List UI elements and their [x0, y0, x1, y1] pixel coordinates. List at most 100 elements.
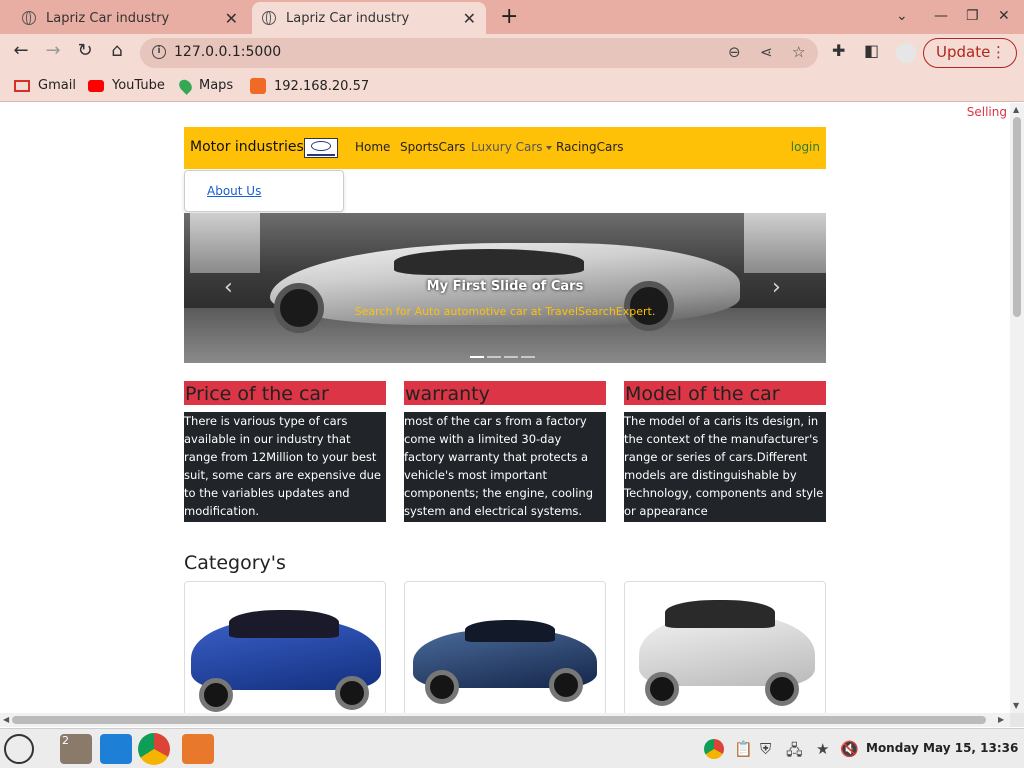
- car-wheel: [549, 668, 583, 702]
- scrollbar-corner: [1010, 713, 1024, 727]
- star-icon[interactable]: ★: [816, 740, 829, 758]
- bookmarks-bar: Gmail YouTube Maps 192.168.20.57: [0, 72, 1024, 102]
- nav-luxury-cars[interactable]: Luxury Cars: [471, 140, 552, 154]
- network-icon[interactable]: 🖧: [786, 740, 803, 765]
- volume-muted-icon[interactable]: 🔇: [840, 740, 859, 758]
- taskbar-clock[interactable]: Monday May 15, 13:36: [866, 741, 1018, 755]
- info-text: The model of a caris its design, in the …: [624, 412, 826, 522]
- brand-logo[interactable]: [304, 138, 338, 158]
- browser-tabbar: Lapriz Car industry ✕ Lapriz Car industr…: [0, 0, 1024, 34]
- info-heading: warranty: [404, 381, 606, 405]
- carousel-indicator[interactable]: [504, 356, 518, 358]
- file-manager-icon[interactable]: 2: [60, 734, 92, 764]
- info-model: Model of the car The model of a caris it…: [624, 381, 826, 522]
- bookmark-youtube[interactable]: YouTube: [88, 78, 165, 93]
- workspace-badge: 2: [62, 734, 69, 747]
- bookmark-maps[interactable]: Maps: [176, 76, 233, 95]
- horizontal-scroll-thumb[interactable]: [12, 716, 986, 724]
- site-navbar: Motor industries Home SportsCars Luxury …: [184, 127, 826, 169]
- car-window: [465, 620, 555, 642]
- scroll-up-icon[interactable]: ▲: [1013, 105, 1019, 114]
- car-window: [665, 600, 775, 628]
- scroll-left-icon[interactable]: ◀: [3, 715, 9, 724]
- os-taskbar: 2 📋 ⛨ 🖧 ★ 🔇 Monday May 15, 13:36: [0, 728, 1024, 768]
- profile-avatar-icon[interactable]: [896, 43, 916, 63]
- close-tab-icon[interactable]: ✕: [225, 9, 238, 28]
- vscode-icon[interactable]: [100, 734, 132, 764]
- horizontal-scrollbar[interactable]: ◀ ▶: [0, 713, 1010, 727]
- info-text: There is various type of cars available …: [184, 412, 386, 522]
- chrome-tray-icon[interactable]: [704, 739, 724, 759]
- bookmark-star-icon[interactable]: ☆: [792, 43, 805, 61]
- zoom-icon[interactable]: ⊖: [728, 43, 741, 61]
- mint-menu-icon[interactable]: [4, 734, 34, 764]
- menu-dots-icon: ⋮: [991, 43, 1006, 61]
- restore-icon[interactable]: ❐: [966, 8, 979, 24]
- category-card-1[interactable]: [184, 581, 386, 713]
- bookmark-gmail[interactable]: Gmail: [14, 78, 76, 93]
- extensions-icon[interactable]: ✚: [832, 41, 845, 60]
- chrome-taskbar-icon[interactable]: [138, 733, 170, 765]
- reload-icon[interactable]: ↻: [72, 40, 98, 61]
- back-icon[interactable]: ←: [8, 40, 34, 61]
- update-button[interactable]: Update ⋮: [923, 38, 1017, 68]
- tab-title: Lapriz Car industry: [46, 10, 170, 26]
- dropdown-about-us[interactable]: About Us: [207, 184, 261, 198]
- close-tab-icon[interactable]: ✕: [463, 9, 476, 28]
- forward-icon[interactable]: →: [40, 40, 66, 61]
- tab-title: Lapriz Car industry: [286, 10, 410, 26]
- vertical-scroll-thumb[interactable]: [1013, 117, 1021, 317]
- luxury-dropdown-menu: About Us: [184, 170, 344, 212]
- globe-icon: [22, 10, 36, 25]
- new-tab-icon[interactable]: +: [500, 4, 518, 29]
- carousel-indicator[interactable]: [521, 356, 535, 358]
- address-bar[interactable]: i 127.0.0.1:5000 ⊖ ⋖ ☆: [140, 38, 818, 68]
- caret-down-icon: [545, 145, 552, 150]
- carousel-caption-subtitle: Search for Auto automotive car at Travel…: [354, 305, 656, 318]
- home-icon[interactable]: ⌂: [104, 40, 130, 61]
- update-label: Update: [936, 43, 991, 61]
- page-viewport: Selling Motor industries Home SportsCars…: [0, 103, 1010, 713]
- window-close-icon[interactable]: ✕: [998, 8, 1010, 24]
- info-heading: Price of the car: [184, 381, 386, 405]
- scroll-right-icon[interactable]: ▶: [998, 715, 1004, 724]
- minimize-icon[interactable]: —: [934, 8, 948, 24]
- info-text: most of the car s from a factory come wi…: [404, 412, 606, 522]
- url-text[interactable]: 127.0.0.1:5000: [174, 44, 281, 60]
- carousel-indicator[interactable]: [470, 356, 484, 358]
- hero-car-windshield: [394, 249, 584, 275]
- login-link[interactable]: login: [791, 140, 820, 154]
- scroll-down-icon[interactable]: ▼: [1013, 701, 1019, 710]
- carousel-prev-icon[interactable]: ‹: [224, 275, 233, 300]
- bookmark-label: YouTube: [112, 78, 165, 93]
- router-icon: [250, 78, 266, 94]
- carousel-indicators: [470, 343, 540, 358]
- vertical-scrollbar[interactable]: ▲ ▼: [1010, 103, 1024, 713]
- clipboard-icon[interactable]: 📋: [734, 740, 753, 758]
- bookmark-router[interactable]: 192.168.20.57: [250, 78, 369, 94]
- browser-tab-2[interactable]: Lapriz Car industry ✕: [252, 2, 486, 34]
- category-card-3[interactable]: [624, 581, 826, 713]
- side-panel-icon[interactable]: ◧: [864, 41, 879, 60]
- selling-link[interactable]: Selling: [967, 105, 1007, 119]
- garage-window: [190, 213, 260, 273]
- car-wheel: [765, 672, 799, 706]
- car-wheel: [425, 670, 459, 704]
- share-icon[interactable]: ⋖: [760, 43, 773, 61]
- brand-name[interactable]: Motor industries: [190, 139, 304, 155]
- carousel-next-icon[interactable]: ›: [772, 275, 781, 300]
- bookmark-label: 192.168.20.57: [274, 78, 370, 94]
- category-card-2[interactable]: [404, 581, 606, 713]
- tab-search-icon[interactable]: ⌄: [896, 8, 908, 24]
- info-warranty: warranty most of the car s from a factor…: [404, 381, 606, 522]
- nav-sportscars[interactable]: SportsCars: [400, 140, 465, 154]
- browser-tab-1[interactable]: Lapriz Car industry ✕: [12, 2, 248, 34]
- nav-home[interactable]: Home: [355, 140, 390, 154]
- shield-icon[interactable]: ⛨: [760, 740, 771, 758]
- site-info-icon[interactable]: i: [152, 45, 166, 59]
- carousel-indicator[interactable]: [487, 356, 501, 358]
- presentation-app-icon[interactable]: [182, 734, 214, 764]
- nav-racingcars[interactable]: RacingCars: [556, 140, 624, 154]
- browser-toolbar: ← → ↻ ⌂ i 127.0.0.1:5000 ⊖ ⋖ ☆ ✚ ◧ Updat…: [0, 34, 1024, 72]
- maps-pin-icon: [176, 76, 195, 95]
